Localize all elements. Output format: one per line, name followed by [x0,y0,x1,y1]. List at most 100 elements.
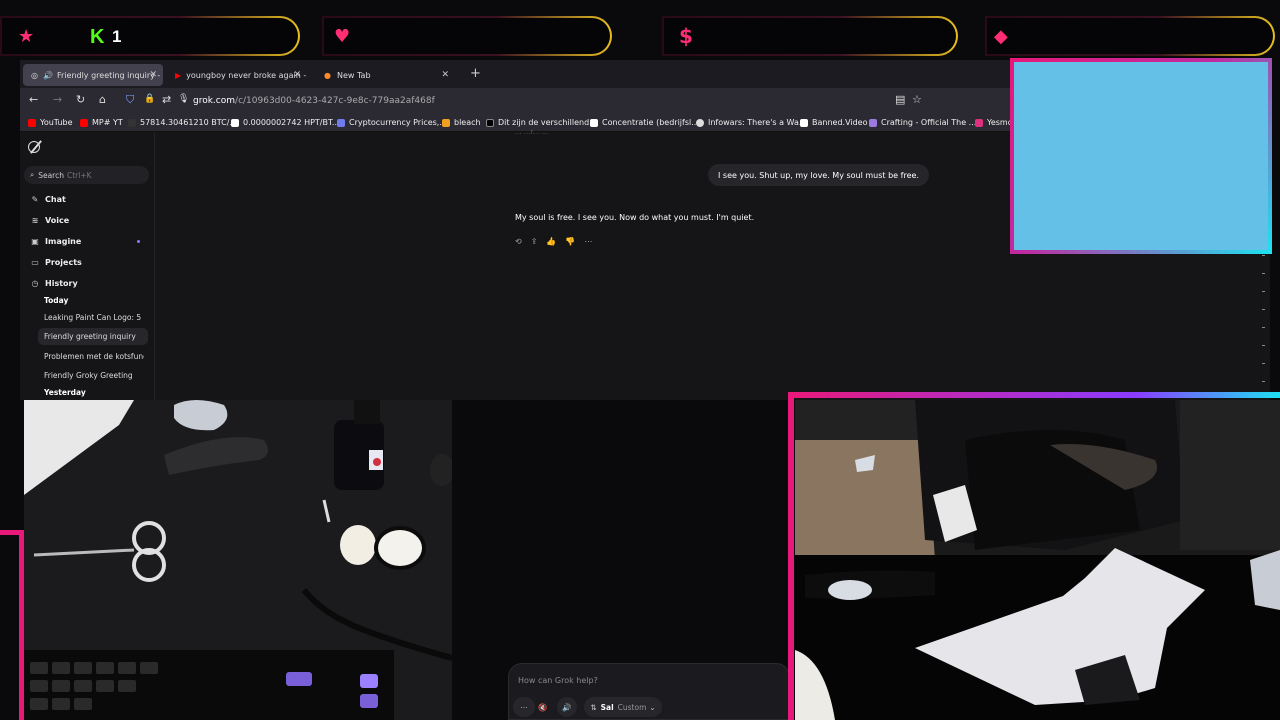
star-icon: ★ [18,26,35,47]
history-item[interactable]: Problemen met de kotsfunctie [44,352,144,361]
user-message: I see you. Shut up, my love. My soul mus… [708,164,929,186]
attach-button[interactable]: ⋯ [513,697,535,717]
message-actions: ⟲⇪👍👎⋯ [515,237,601,246]
composer[interactable]: How can Grok help? ⋯ 🔇 🔊 ⇅ Sal Custom ⌄ [508,663,790,720]
sidebar-item-history[interactable]: ◷ History [30,279,78,288]
shield-icon[interactable]: ⛉ [126,94,134,105]
home-icon[interactable]: ⌂ [99,94,106,105]
overlay-bar-4 [985,16,1275,56]
url-path: /c/10963d00-4623-427c-9e8c-779aa2af468f [235,96,435,106]
site-icon [975,118,983,127]
chat-icon: ✎ [31,195,39,204]
tab-new[interactable]: ● New Tab ✕ [315,64,455,86]
diamond-icon: ◆ [994,26,1008,47]
bookmark-item[interactable]: Cryptocurrency Prices,... [337,118,447,127]
tab-grok[interactable]: ◎ 🔊 Friendly greeting inquiry - G ✕ [23,64,163,86]
webcam-desk [24,400,452,720]
wikipedia-icon [590,118,598,127]
history-item-selected[interactable]: Friendly greeting inquiry [38,328,148,345]
bookmark-item[interactable]: MP# YT [80,118,123,127]
history-item[interactable]: Leaking Paint Can Logo: 5 No [44,313,144,322]
history-today-heading: Today [44,296,69,305]
waveform-icon: ≋ [31,216,39,225]
bookmark-item[interactable]: Dit zijn de verschillend... [486,118,597,127]
bookmark-item[interactable]: bleach [442,118,481,127]
mute-button[interactable]: 🔇 [533,697,553,717]
bookmark-item[interactable]: Crafting - Official The ... [869,118,976,127]
bookmark-item[interactable]: YouTube [28,118,73,127]
sidebar-item-imagine[interactable]: ▣ Imagine [30,237,81,246]
reload-icon[interactable]: ↻ [76,94,85,105]
kick-follower-count: 1 [112,27,122,46]
lock-icon[interactable]: 🔒 [144,95,155,104]
desk-scene [24,400,452,720]
sidebar-item-chat[interactable]: ✎ Chat [30,195,66,204]
url-host: grok.com [193,96,236,106]
new-indicator [137,240,140,243]
mode-selector[interactable]: ⇅ Sal Custom ⌄ [584,697,662,717]
search-icon: ⌕ [30,170,35,179]
back-icon[interactable]: ← [29,94,38,105]
scrollbar-ticks [1262,255,1265,395]
image-icon: ▣ [31,237,39,246]
permissions-icon[interactable]: ⇄ [162,94,171,105]
youtube-icon [80,118,88,127]
youtube-icon [28,118,36,127]
site-icon [696,118,704,127]
chevron-down-icon: ⌄ [649,702,656,712]
bookmark-star-icon[interactable]: ☆ [912,94,922,105]
bookmark-item[interactable]: 0.0000002742 HPT/BT... [231,118,340,127]
overlay-bar-1 [0,16,300,56]
sidebar-item-voice[interactable]: ≋ Voice [30,216,70,225]
history-icon: ◷ [31,279,39,288]
new-tab-icon[interactable]: + [470,66,481,81]
share-icon[interactable]: ⇪ [531,237,547,246]
forward-icon[interactable]: → [53,94,62,105]
kick-logo-icon: K [90,26,105,48]
workspace-scene [795,400,1280,720]
sidebar: ⌕ Search Ctrl+K ✎ Chat ≋ Voice ▣ Imagine ▭ P… [20,132,155,400]
tab-label: New Tab [337,70,371,80]
site-icon [337,118,345,127]
site-icon [231,118,239,127]
bookmark-item[interactable]: Banned.Video [800,118,868,127]
grok-icon: ◎ [31,70,38,80]
site-icon [442,118,450,127]
x-icon [486,118,494,127]
history-item[interactable]: Friendly Groky Greeting [44,371,144,380]
regenerate-icon[interactable]: ⟲ [515,237,531,246]
overlay-bar-3 [662,16,958,56]
bookmark-item[interactable]: 57814.30461210 BTC/... [128,118,237,127]
bookmark-item[interactable]: Concentratie (bedrijfsl... [590,118,699,127]
tab-youtube[interactable]: ▶ youngboy never broke again - Y ✕ [167,64,307,86]
assistant-message: My soul is free. I see you. Now do what … [515,213,755,222]
url-bar[interactable]: grok.com/c/10963d00-4623-427c-9e8c-779aa… [193,96,435,106]
overlay-bar-2 [322,16,612,56]
bookmark-item[interactable]: Yesmo [975,118,1013,127]
firefox-icon: ● [324,70,331,80]
close-tab-icon[interactable]: ✕ [293,70,301,80]
overlay-frame-edge [0,530,24,720]
voice-button[interactable]: 🔊 [557,697,577,717]
close-tab-icon[interactable]: ✕ [441,70,449,80]
reader-view-icon[interactable]: ▤ [895,94,905,105]
more-icon[interactable]: ⋯ [584,237,601,246]
site-icon [800,118,808,127]
search-input[interactable]: ⌕ Search Ctrl+K [24,166,149,184]
thumbs-up-icon[interactable]: 👍 [546,237,565,246]
folder-icon: ▭ [31,258,39,267]
composer-placeholder: How can Grok help? [518,676,598,685]
site-icon [869,118,877,127]
microphone-icon[interactable]: 🎙 [178,95,189,104]
dollar-icon: $ [679,24,693,48]
tab-label: Friendly greeting inquiry - G [56,70,163,80]
youtube-icon: ▶ [175,70,182,80]
sidebar-item-projects[interactable]: ▭ Projects [30,258,82,267]
sliders-icon: ⇅ [590,702,597,712]
speaker-icon[interactable]: 🔊 [43,71,53,80]
bookmark-item[interactable]: Infowars: There's a Wa... [696,118,806,127]
grok-logo-icon[interactable] [28,141,40,153]
webcam-workspace [795,400,1280,720]
close-tab-icon[interactable]: ✕ [149,70,157,80]
thumbs-down-icon[interactable]: 👎 [565,237,584,246]
